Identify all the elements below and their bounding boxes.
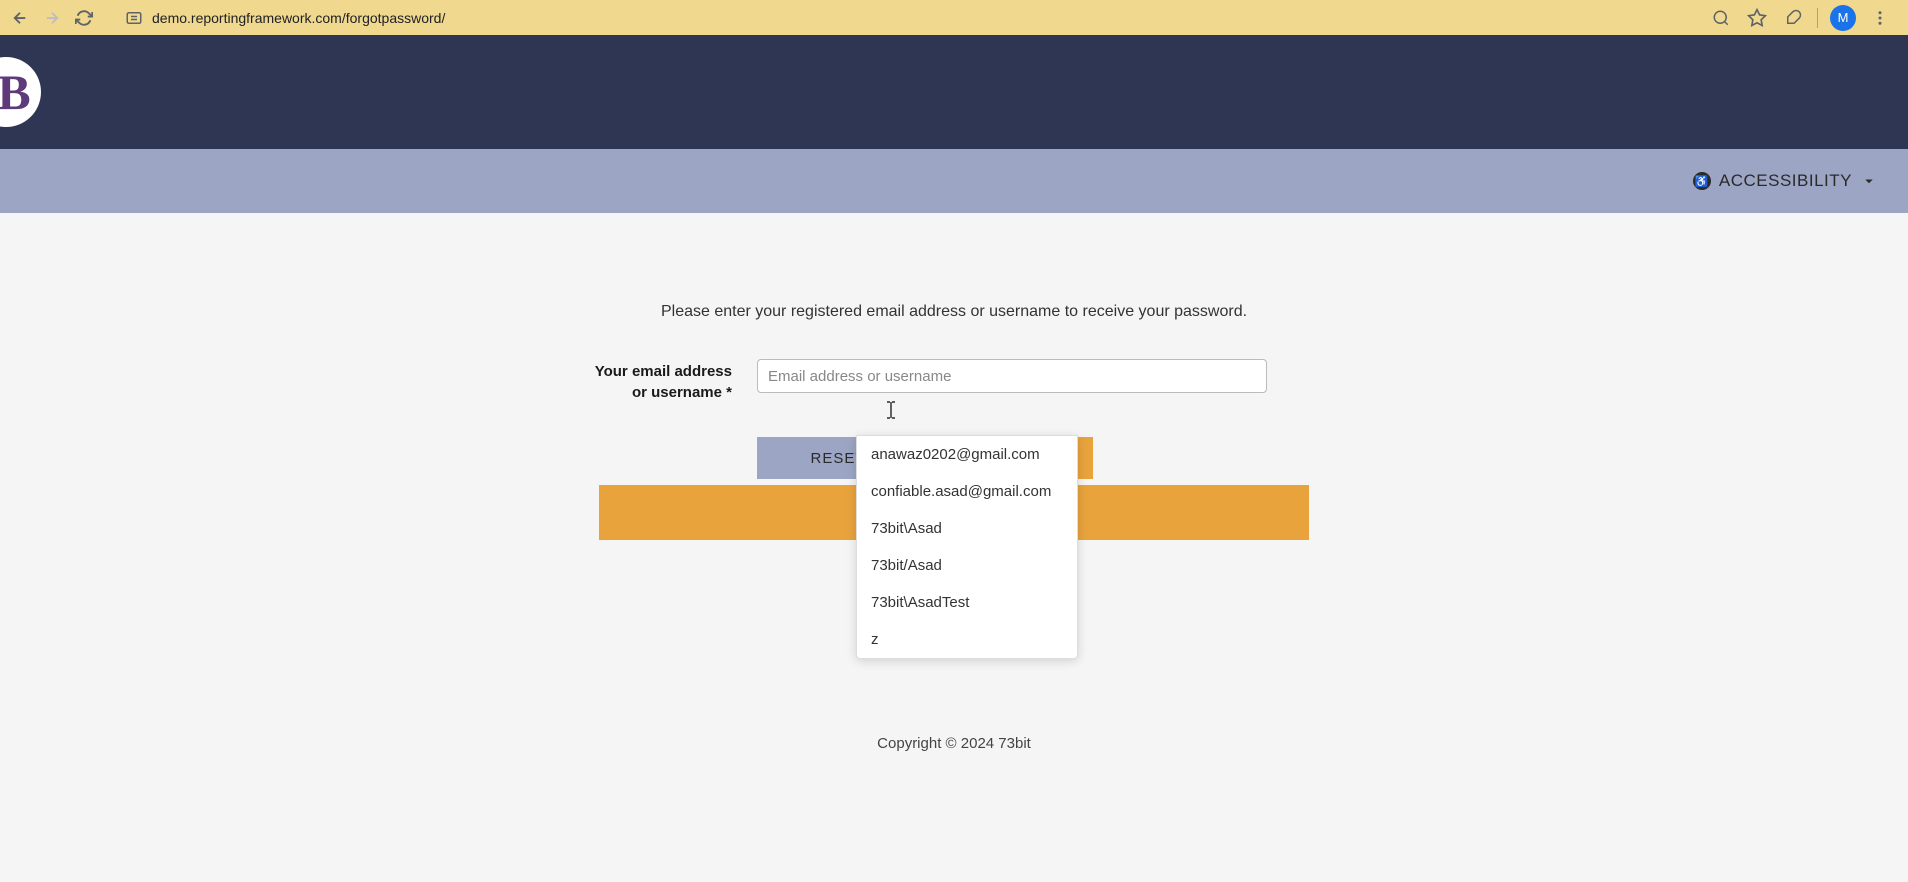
profile-avatar[interactable]: M [1830,5,1856,31]
forward-button[interactable] [40,6,64,30]
autocomplete-item[interactable]: 73bit/Asad [857,547,1077,584]
autocomplete-dropdown: anawaz0202@gmail.com confiable.asad@gmai… [856,435,1078,659]
logo[interactable]: B [0,50,42,134]
toolbar-right: M [1709,5,1900,31]
accessibility-bar: ACCESSIBILITY [0,149,1908,213]
page-header: B [0,35,1908,149]
menu-icon[interactable] [1868,6,1892,30]
address-bar[interactable]: demo.reportingframework.com/forgotpasswo… [112,5,1693,31]
url-text: demo.reportingframework.com/forgotpasswo… [152,10,445,26]
autocomplete-item[interactable]: 73bit\AsadTest [857,584,1077,621]
chevron-down-icon [1860,172,1878,190]
forgot-password-form: Please enter your registered email addre… [594,303,1314,540]
zoom-icon[interactable] [1709,6,1733,30]
reload-button[interactable] [72,6,96,30]
site-info-icon[interactable] [124,8,144,28]
autocomplete-item[interactable]: z [857,621,1077,658]
toolbar-divider [1817,8,1818,28]
accessibility-icon [1693,172,1711,190]
autocomplete-item[interactable]: confiable.asad@gmail.com [857,473,1077,510]
copyright-text: Copyright © 2024 73bit [877,735,1031,752]
main-content: Please enter your registered email addre… [0,213,1908,752]
text-cursor-icon [884,400,898,425]
browser-toolbar: demo.reportingframework.com/forgotpasswo… [0,0,1908,35]
autocomplete-item[interactable]: 73bit\Asad [857,510,1077,547]
email-row: Your email address or username * [594,359,1314,403]
autocomplete-item[interactable]: anawaz0202@gmail.com [857,436,1077,473]
accessibility-toggle[interactable]: ACCESSIBILITY [1693,171,1878,191]
extensions-icon[interactable] [1781,6,1805,30]
instruction-text: Please enter your registered email addre… [661,303,1247,321]
email-label: Your email address or username * [594,359,732,403]
email-input[interactable] [757,359,1267,393]
bookmark-icon[interactable] [1745,6,1769,30]
back-button[interactable] [8,6,32,30]
